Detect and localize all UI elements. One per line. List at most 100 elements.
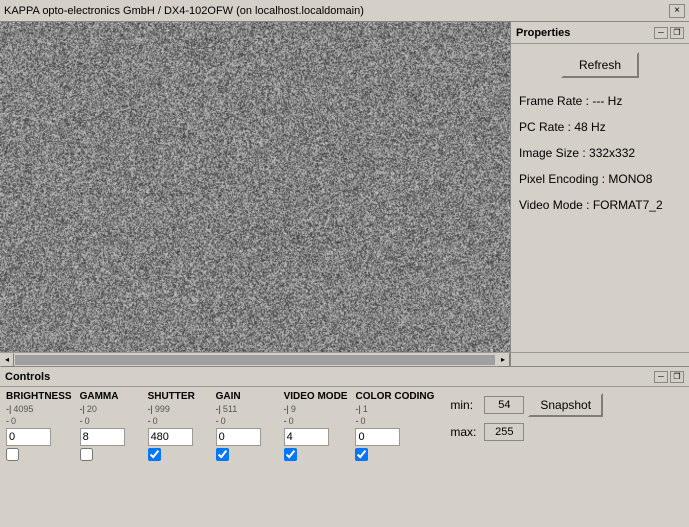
- refresh-button[interactable]: Refresh: [561, 52, 639, 78]
- properties-scrollbar-spacer: [510, 352, 689, 366]
- controls-header: Controls ─ ❐: [0, 367, 689, 387]
- scroll-left-arrow[interactable]: ◂: [0, 353, 14, 367]
- ctrl-checkbox-1[interactable]: [80, 448, 93, 461]
- slider-row2-5: - 0: [355, 416, 434, 426]
- max-row: max:: [450, 423, 524, 441]
- slider-left-icon-2: -|: [148, 404, 153, 414]
- slider-min-1: 0: [85, 416, 90, 426]
- pc-rate-row: PC Rate : 48 Hz: [519, 114, 681, 140]
- slider-max-3: 511: [223, 404, 237, 414]
- image-size-row: Image Size : 332x332: [519, 140, 681, 166]
- slider-range-row-1: -| 20: [80, 404, 140, 414]
- controls-restore-button[interactable]: ❐: [670, 371, 684, 383]
- slider-min-4: 0: [289, 416, 294, 426]
- slider-right-icon-0: -: [6, 416, 9, 426]
- min-input[interactable]: [484, 396, 524, 414]
- panel-controls: ─ ❐: [654, 27, 684, 39]
- slider-max-1: 20: [87, 404, 97, 414]
- ctrl-checkbox-5[interactable]: [355, 448, 368, 461]
- control-group-video-mode: VIDEO MODE -| 9 - 0: [284, 391, 348, 461]
- slider-range-row-4: -| 9: [284, 404, 348, 414]
- controls-content: BRIGHTNESS -| 4095 - 0 GAMMA -| 20 - 0 S…: [0, 387, 689, 465]
- frame-rate-row: Frame Rate : --- Hz: [519, 88, 681, 114]
- main-layout: Properties ─ ❐ Refresh Frame Rate : --- …: [0, 22, 689, 352]
- slider-max-2: 999: [155, 404, 170, 414]
- video-mode-row: Video Mode : FORMAT7_2: [519, 192, 681, 218]
- ctrl-input-3[interactable]: [216, 428, 261, 446]
- control-group-shutter: SHUTTER -| 999 - 0: [148, 391, 208, 461]
- controls-panel-controls: ─ ❐: [654, 371, 684, 383]
- max-label: max:: [450, 425, 480, 439]
- min-label: min:: [450, 398, 480, 412]
- ctrl-label-2: SHUTTER: [148, 391, 195, 402]
- ctrl-input-2[interactable]: [148, 428, 193, 446]
- min-row: min: Snapshot: [450, 393, 603, 417]
- properties-panel: Properties ─ ❐ Refresh Frame Rate : --- …: [510, 22, 689, 352]
- slider-right-icon-4: -: [284, 416, 287, 426]
- slider-right-icon-3: -: [216, 416, 219, 426]
- slider-range-row-5: -| 1: [355, 404, 434, 414]
- slider-row2-2: - 0: [148, 416, 208, 426]
- slider-left-icon-0: -|: [6, 404, 11, 414]
- snapshot-button[interactable]: Snapshot: [528, 393, 603, 417]
- properties-header: Properties ─ ❐: [511, 22, 689, 44]
- slider-min-5: 0: [360, 416, 365, 426]
- ctrl-label-1: GAMMA: [80, 391, 119, 402]
- control-group-color-coding: COLOR CODING -| 1 - 0: [355, 391, 434, 461]
- camera-view: [0, 22, 510, 352]
- title-bar: KAPPA opto-electronics GmbH / DX4-102OFW…: [0, 0, 689, 22]
- slider-row2-3: - 0: [216, 416, 276, 426]
- ctrl-label-3: GAIN: [216, 391, 241, 402]
- slider-max-4: 9: [291, 404, 296, 414]
- slider-right-icon-5: -: [355, 416, 358, 426]
- slider-row2-0: - 0: [6, 416, 72, 426]
- scroll-track[interactable]: [15, 355, 495, 365]
- properties-title: Properties: [516, 27, 570, 39]
- slider-min-2: 0: [153, 416, 158, 426]
- properties-content: Refresh Frame Rate : --- Hz PC Rate : 48…: [511, 44, 689, 352]
- ctrl-input-1[interactable]: [80, 428, 125, 446]
- slider-min-3: 0: [221, 416, 226, 426]
- slider-min-0: 0: [11, 416, 16, 426]
- properties-minimize-button[interactable]: ─: [654, 27, 668, 39]
- camera-canvas: [0, 22, 510, 352]
- slider-right-icon-1: -: [80, 416, 83, 426]
- slider-row2-1: - 0: [80, 416, 140, 426]
- bottom-scroll-area: ◂ ▸: [0, 352, 689, 366]
- ctrl-label-0: BRIGHTNESS: [6, 391, 72, 402]
- ctrl-label-4: VIDEO MODE: [284, 391, 348, 402]
- close-button[interactable]: ×: [669, 4, 685, 18]
- slider-left-icon-4: -|: [284, 404, 289, 414]
- control-group-gain: GAIN -| 511 - 0: [216, 391, 276, 461]
- scroll-right-arrow[interactable]: ▸: [496, 353, 510, 367]
- minmax-snapshot-section: min: Snapshot max:: [450, 391, 607, 445]
- slider-row2-4: - 0: [284, 416, 348, 426]
- ctrl-checkbox-4[interactable]: [284, 448, 297, 461]
- slider-right-icon-2: -: [148, 416, 151, 426]
- slider-max-0: 4095: [13, 404, 33, 414]
- slider-range-row-3: -| 511: [216, 404, 276, 414]
- ctrl-label-5: COLOR CODING: [355, 391, 434, 402]
- ctrl-input-4[interactable]: [284, 428, 329, 446]
- slider-left-icon-5: -|: [355, 404, 360, 414]
- pixel-encoding-row: Pixel Encoding : MONO8: [519, 166, 681, 192]
- image-scrollbar[interactable]: ◂ ▸: [0, 352, 510, 366]
- ctrl-checkbox-0[interactable]: [6, 448, 19, 461]
- controls-panel: Controls ─ ❐ BRIGHTNESS -| 4095 - 0 GAMM…: [0, 366, 689, 527]
- control-group-brightness: BRIGHTNESS -| 4095 - 0: [6, 391, 72, 461]
- slider-left-icon-1: -|: [80, 404, 85, 414]
- ctrl-input-0[interactable]: [6, 428, 51, 446]
- ctrl-checkbox-3[interactable]: [216, 448, 229, 461]
- controls-minimize-button[interactable]: ─: [654, 371, 668, 383]
- slider-range-row-0: -| 4095: [6, 404, 72, 414]
- ctrl-checkbox-2[interactable]: [148, 448, 161, 461]
- window-title: KAPPA opto-electronics GmbH / DX4-102OFW…: [4, 5, 364, 17]
- controls-title: Controls: [5, 371, 50, 383]
- properties-restore-button[interactable]: ❐: [670, 27, 684, 39]
- control-group-gamma: GAMMA -| 20 - 0: [80, 391, 140, 461]
- slider-range-row-2: -| 999: [148, 404, 208, 414]
- slider-left-icon-3: -|: [216, 404, 221, 414]
- slider-max-5: 1: [363, 404, 368, 414]
- max-input[interactable]: [484, 423, 524, 441]
- ctrl-input-5[interactable]: [355, 428, 400, 446]
